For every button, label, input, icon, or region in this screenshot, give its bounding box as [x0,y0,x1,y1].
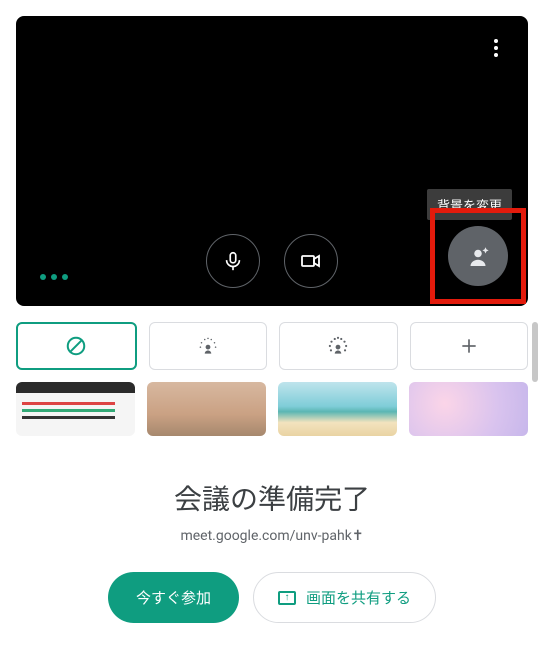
background-thumbnails-row [16,382,528,436]
microphone-icon [222,250,244,272]
camera-icon [299,249,323,273]
loading-indicator [40,274,68,280]
blur-light-icon [195,333,221,359]
bg-thumbnail-3[interactable] [278,382,397,436]
bg-option-none[interactable] [16,322,137,370]
video-preview: 背景を変更 [16,16,528,306]
meeting-link-text: meet.google.com/unv-pahk [180,528,351,544]
annotation-highlight [430,208,526,304]
action-row: 今すぐ参加 ↑ 画面を共有する [16,572,528,623]
plus-icon [459,336,479,356]
share-screen-label: 画面を共有する [306,587,411,608]
meeting-link: meet.google.com/unv-pahk✝ [16,528,528,544]
page-title: 会議の準備完了 [16,478,528,518]
media-controls [206,234,338,288]
bg-option-blur-light[interactable] [149,322,268,370]
bg-option-blur-strong[interactable] [279,322,398,370]
microphone-toggle-button[interactable] [206,234,260,288]
share-screen-button[interactable]: ↑ 画面を共有する [253,572,436,623]
bg-thumbnail-2[interactable] [147,382,266,436]
present-icon: ↑ [278,591,296,605]
bg-option-add[interactable] [410,322,529,370]
background-options-row [16,322,528,370]
options-scrollbar[interactable] [532,322,538,382]
no-background-icon [65,335,87,357]
join-now-button[interactable]: 今すぐ参加 [108,572,239,623]
camera-toggle-button[interactable] [284,234,338,288]
blur-strong-icon [325,333,351,359]
more-options-button[interactable] [482,34,510,62]
bg-thumbnail-4[interactable] [409,382,528,436]
meeting-link-suffix: ✝ [352,528,364,544]
bg-thumbnail-1[interactable] [16,382,135,436]
